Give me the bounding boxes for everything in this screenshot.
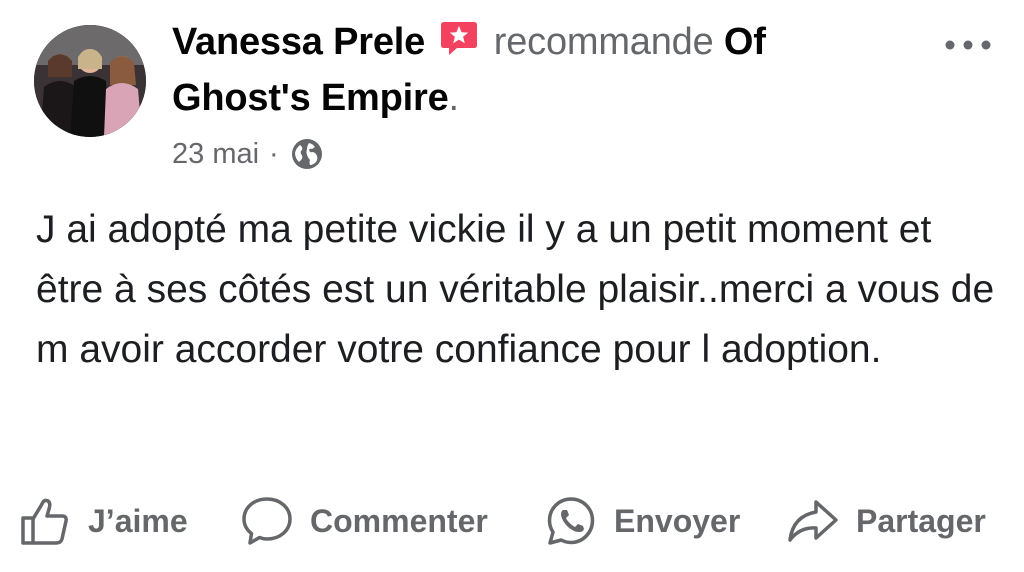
send-label: Envoyer: [614, 502, 741, 539]
comment-label: Commenter: [310, 502, 488, 539]
more-options-button[interactable]: [940, 30, 996, 60]
action-bar: J’aime Commenter Envoyer Partager: [0, 486, 1024, 556]
whatsapp-icon: [547, 497, 595, 545]
more-dots-icon: [945, 40, 991, 50]
globe-icon: [291, 139, 322, 169]
recommendation-post: Vanessa Prele recommande Of Ghost's Empi…: [0, 0, 1024, 572]
meta-separator: ·: [269, 137, 279, 170]
avatar[interactable]: [34, 25, 146, 137]
share-arrow-icon: [788, 500, 838, 542]
avatar-photo: [34, 25, 146, 137]
header-period: .: [448, 77, 460, 119]
share-label: Partager: [856, 502, 986, 539]
comment-bubble-icon: [242, 497, 292, 545]
post-meta: 23 mai ·: [172, 134, 323, 174]
post-header: Vanessa Prele recommande Of Ghost's Empi…: [172, 14, 912, 126]
post-body: J ai adopté ma petite vickie il y a un p…: [36, 208, 995, 371]
recommend-verb: recommande: [493, 21, 714, 63]
thumbs-up-icon: [21, 498, 68, 545]
share-button[interactable]: Partager: [786, 486, 986, 556]
send-button[interactable]: Envoyer: [544, 486, 740, 556]
like-button[interactable]: J’aime: [18, 486, 188, 556]
recommend-star-icon: [441, 22, 478, 55]
comment-button[interactable]: Commenter: [240, 486, 488, 556]
author-name[interactable]: Vanessa Prele: [172, 21, 425, 63]
post-date[interactable]: 23 mai: [172, 138, 259, 171]
like-label: J’aime: [88, 502, 188, 539]
